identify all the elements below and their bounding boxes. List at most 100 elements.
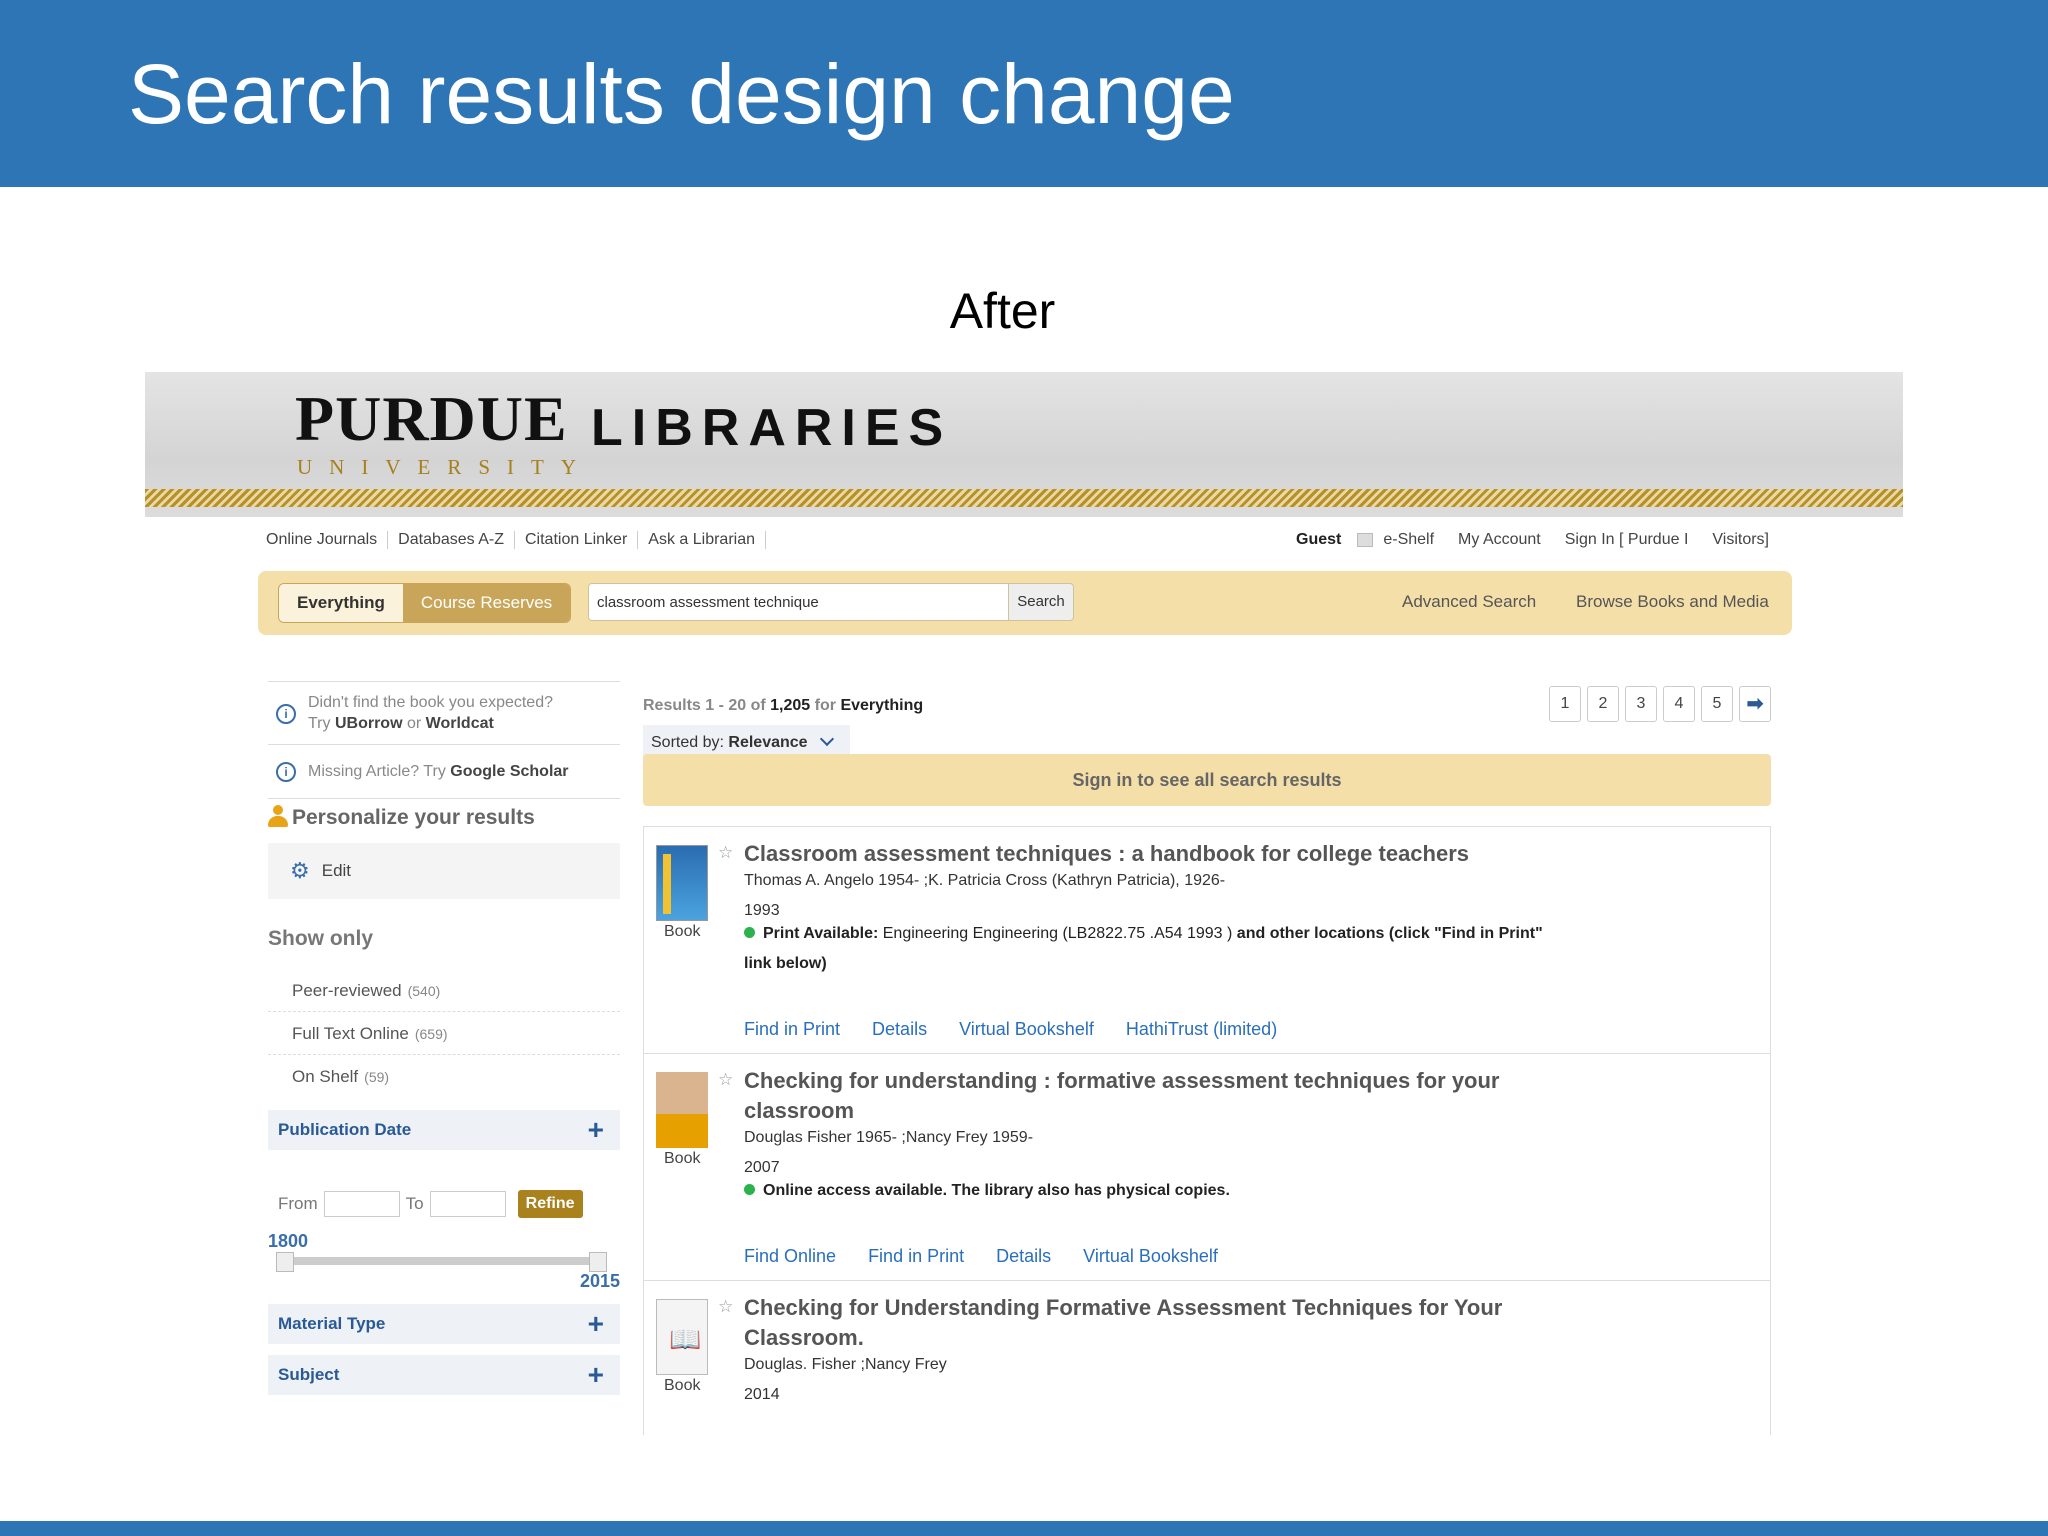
- result-links: Find in Print Details Virtual Bookshelf …: [744, 1019, 1309, 1040]
- to-year-input[interactable]: [429, 1191, 506, 1217]
- result-year: 2014: [744, 1386, 780, 1403]
- book-placeholder-cover[interactable]: 📖: [656, 1299, 708, 1375]
- virtual-bookshelf-link[interactable]: Virtual Bookshelf: [1083, 1246, 1218, 1267]
- search-scope-tabs: Everything Course Reserves: [278, 583, 572, 623]
- libraries-wordmark: LIBRARIES: [591, 399, 953, 457]
- material-type-label: Book: [664, 1377, 701, 1394]
- guest-label: Guest: [1296, 531, 1342, 548]
- nav-ask-librarian[interactable]: Ask a Librarian: [638, 531, 766, 549]
- result-year: 2007: [744, 1159, 780, 1176]
- sidebar: i Didn't find the book you expected? Try…: [268, 681, 620, 1395]
- page-3[interactable]: 3: [1625, 686, 1657, 722]
- library-banner: PURDUE UNIVERSITY LIBRARIES: [145, 372, 1903, 517]
- slide-subtitle: After: [949, 283, 1056, 339]
- utility-nav-right: Guest e-Shelf My Account Sign In [ Purdu…: [1296, 527, 1769, 553]
- nav-databases[interactable]: Databases A-Z: [388, 531, 515, 549]
- search-bar: Everything Course Reserves classroom ass…: [258, 571, 1792, 635]
- my-account-link[interactable]: My Account: [1458, 531, 1541, 549]
- nav-citation-linker[interactable]: Citation Linker: [515, 531, 639, 549]
- slide-title: Search results design change: [128, 47, 1235, 141]
- results-list: Book ☆ Classroom assessment techniques :…: [643, 826, 1771, 1435]
- date-range-row: From To Refine: [278, 1190, 583, 1218]
- find-online-link[interactable]: Find Online: [744, 1246, 836, 1267]
- result-links: Find Online Find in Print Details Virtua…: [744, 1246, 1250, 1267]
- facet-peer-reviewed[interactable]: Peer-reviewed (540): [268, 970, 620, 1012]
- find-in-print-link[interactable]: Find in Print: [868, 1246, 964, 1267]
- worldcat-link[interactable]: Worldcat: [426, 715, 494, 732]
- eshelf-link[interactable]: e-Shelf: [1383, 531, 1434, 549]
- available-dot-icon: [744, 927, 755, 938]
- subject-facet[interactable]: Subject +: [268, 1355, 620, 1395]
- material-type-label: Book: [664, 1150, 701, 1167]
- tip-google-scholar: i Missing Article? Try Google Scholar: [268, 744, 620, 799]
- advanced-search-link[interactable]: Advanced Search: [1402, 592, 1536, 612]
- university-wordmark: UNIVERSITY: [297, 455, 593, 479]
- plus-icon[interactable]: +: [588, 1355, 604, 1395]
- availability: Online access available. The library als…: [744, 1176, 1564, 1206]
- facet-full-text-online[interactable]: Full Text Online (659): [268, 1013, 620, 1055]
- browse-books-link[interactable]: Browse Books and Media: [1576, 592, 1769, 612]
- tip-text: Didn't find the book you expected?: [308, 694, 553, 711]
- result-authors: Douglas. Fisher ;Nancy Frey: [744, 1356, 947, 1373]
- result-record: Book ☆ Checking for understanding : form…: [644, 1054, 1770, 1281]
- result-title[interactable]: Checking for Understanding Formative Ass…: [744, 1293, 1574, 1353]
- eshelf-icon[interactable]: [1357, 533, 1374, 547]
- book-cover[interactable]: [656, 845, 708, 921]
- year-slider-handle-min[interactable]: [276, 1252, 294, 1272]
- page-5[interactable]: 5: [1701, 686, 1733, 722]
- edit-personalize-button[interactable]: ⚙ Edit: [268, 843, 620, 899]
- page-2[interactable]: 2: [1587, 686, 1619, 722]
- refine-button[interactable]: Refine: [517, 1190, 583, 1218]
- facet-on-shelf[interactable]: On Shelf (59): [268, 1056, 620, 1098]
- search-input[interactable]: classroom assessment technique: [588, 583, 1010, 621]
- virtual-bookshelf-link[interactable]: Virtual Bookshelf: [959, 1019, 1094, 1040]
- result-authors: Thomas A. Angelo 1954- ;K. Patricia Cros…: [744, 872, 1226, 889]
- from-year-input[interactable]: [323, 1191, 400, 1217]
- info-icon: i: [276, 762, 296, 782]
- book-icon: 📖: [669, 1324, 702, 1354]
- plus-icon[interactable]: +: [588, 1304, 604, 1344]
- google-scholar-link[interactable]: Google Scholar: [450, 763, 568, 780]
- page-1[interactable]: 1: [1549, 686, 1581, 722]
- publication-date-facet[interactable]: Publication Date +: [268, 1110, 620, 1150]
- details-link[interactable]: Details: [996, 1246, 1051, 1267]
- slide-header: Search results design change: [0, 0, 2048, 187]
- material-type-label: Book: [664, 923, 701, 940]
- book-cover[interactable]: [656, 1072, 708, 1148]
- result-year: 1993: [744, 902, 780, 919]
- show-only-heading: Show only: [268, 927, 373, 950]
- result-title[interactable]: Classroom assessment techniques : a hand…: [744, 839, 1574, 869]
- uborrow-link[interactable]: UBorrow: [335, 715, 403, 732]
- star-icon[interactable]: ☆: [718, 1070, 733, 1090]
- star-icon[interactable]: ☆: [718, 1297, 733, 1317]
- sign-in-link[interactable]: Sign In [ Purdue I: [1565, 531, 1689, 549]
- page-4[interactable]: 4: [1663, 686, 1695, 722]
- tab-everything[interactable]: Everything: [279, 584, 403, 622]
- gear-icon: ⚙: [290, 858, 310, 883]
- next-page-arrow-icon[interactable]: ➡: [1739, 686, 1771, 722]
- details-link[interactable]: Details: [872, 1019, 927, 1040]
- find-in-print-link[interactable]: Find in Print: [744, 1019, 840, 1040]
- result-title[interactable]: Checking for understanding : formative a…: [744, 1066, 1574, 1126]
- tip-uborrow: i Didn't find the book you expected? Try…: [268, 681, 620, 744]
- plus-icon[interactable]: +: [588, 1110, 604, 1150]
- year-slider-track[interactable]: [280, 1257, 600, 1265]
- person-icon: [268, 805, 288, 827]
- material-type-facet[interactable]: Material Type +: [268, 1304, 620, 1344]
- search-button[interactable]: Search: [1008, 583, 1074, 621]
- tip-links: Try UBorrow or Worldcat: [308, 715, 494, 732]
- result-authors: Douglas Fisher 1965- ;Nancy Frey 1959-: [744, 1129, 1034, 1146]
- result-record: 📖 Book ☆ Checking for Understanding Form…: [644, 1281, 1770, 1435]
- info-icon: i: [276, 704, 296, 724]
- purdue-logo[interactable]: PURDUE: [295, 382, 568, 456]
- year-slider-min: 1800: [268, 1231, 309, 1251]
- sign-in-banner[interactable]: Sign in to see all search results: [643, 754, 1771, 806]
- visitors-link[interactable]: Visitors]: [1712, 531, 1769, 549]
- banner-stripe: [145, 489, 1903, 507]
- hathitrust-link[interactable]: HathiTrust (limited): [1126, 1019, 1277, 1040]
- chevron-down-icon: [819, 731, 835, 747]
- star-icon[interactable]: ☆: [718, 843, 733, 863]
- nav-online-journals[interactable]: Online Journals: [266, 531, 389, 549]
- tab-course-reserves[interactable]: Course Reserves: [402, 584, 571, 622]
- year-slider-handle-max[interactable]: [589, 1252, 607, 1272]
